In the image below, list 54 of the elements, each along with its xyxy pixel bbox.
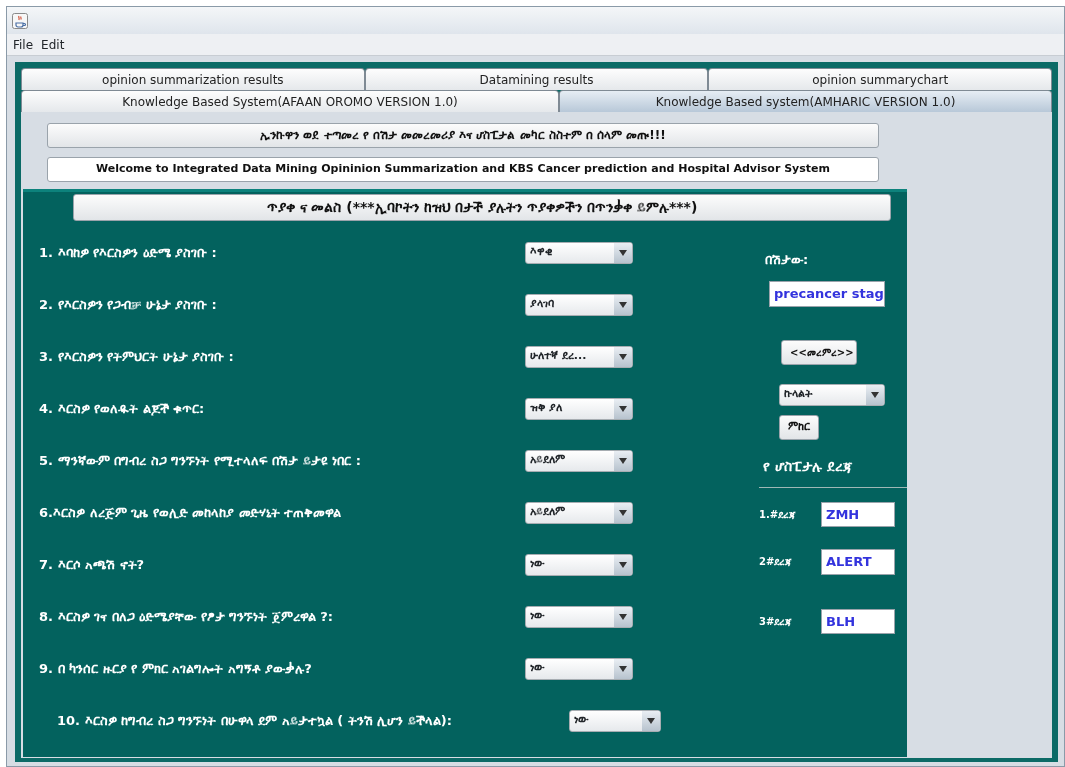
- tab[interactable]: Knowledge Based System(AFAAN OROMO VERSION 1.0): [21, 90, 559, 112]
- question-label: 10. እርስዎ ከግብረ ስጋ ግንኙነት በሁዋላ ደም አይታተኳል ( ትንሽ ሊሆን ይችላል):: [57, 711, 453, 730]
- dropdown-arrow-icon: [619, 249, 627, 256]
- menu-item[interactable]: File: [13, 35, 34, 54]
- question-label: 5. ማንኛውም በግብረ ስጋ ግንኙነት የሚተላለፍ በሽታ ይታዩ ነበር :: [39, 451, 362, 470]
- dropdown[interactable]: ነው: [569, 709, 661, 732]
- diagnosis-label: በሽታው:: [765, 250, 809, 269]
- question-label: 7. እርሶ አጫሽ ኖት?: [39, 555, 146, 574]
- dropdown[interactable]: ዝቅ ያለ: [525, 397, 633, 420]
- app-icon: [12, 12, 28, 29]
- dropdown-arrow-icon: [619, 509, 627, 516]
- dropdown[interactable]: ነው: [525, 553, 633, 576]
- dropdown[interactable]: አይደለም: [525, 449, 633, 472]
- dropdown[interactable]: ነው: [525, 657, 633, 680]
- tab[interactable]: opinion summarychart: [708, 68, 1052, 90]
- question-label: 1. እባከዎ የእርስዎን ዕድሜ ያስገቡ :: [39, 243, 218, 262]
- question-label: 4. እርስዎ የወለዱት ልጆች ቁጥር:: [39, 399, 206, 418]
- rank-label: 3#ደረጃ: [759, 614, 794, 629]
- rank-label: 2#ደረጃ: [759, 555, 794, 570]
- question-label: 9. በ ካንሰር ዙርያ የ ምክር አገልግሎት አግኝቶ ያውቃሉ?: [39, 659, 313, 678]
- welcome-banner[interactable]: ኢንኩዋን ወደ ተጣመረ የ በሽታ መመረመሪያ እና ሆስፒታል መካር ስስተም በ ሰላም መጡ!!!: [47, 122, 879, 148]
- rank-field[interactable]: ALERT: [821, 549, 895, 575]
- dropdown[interactable]: ነው: [525, 605, 633, 628]
- dropdown-arrow-icon: [619, 457, 627, 464]
- dropdown-arrow-icon: [619, 561, 627, 568]
- dropdown[interactable]: እዋቂ: [525, 241, 633, 264]
- tab[interactable]: Datamining results: [364, 68, 709, 90]
- rank-field[interactable]: ZMH: [821, 501, 895, 527]
- diagnose-button[interactable]: <<መረምረ>>: [781, 339, 857, 365]
- hospital-heading: የ ሆስፒታሉ ደረጃ: [763, 456, 852, 476]
- dropdown[interactable]: ያላገባ: [525, 293, 633, 316]
- question-label: 2. የእርስዎን የጋብቻ ሁኔታ ያስገቡ :: [39, 295, 218, 314]
- dropdown[interactable]: ሁለተኛ ደረ...: [525, 345, 633, 368]
- dropdown-arrow-icon: [619, 353, 627, 360]
- question-label: 8. እርስዎ ገና በለጋ ዕድሜያቸው የፆታ ግንኙነት ጀምረዋል ?:: [39, 607, 334, 626]
- dropdown[interactable]: ኩላልት: [779, 383, 885, 406]
- rank-field[interactable]: BLH: [821, 608, 895, 634]
- rank-label: 1.#ደረጃ: [759, 507, 798, 522]
- form-header[interactable]: ጥያቀ ና መልስ (***ኢባኮትን ከዝህ በታች ያሉትን ጥያቀዎችን በጥንቃቀ ይምሉ***): [73, 193, 891, 221]
- tab[interactable]: opinion summarization results: [21, 68, 365, 90]
- dropdown[interactable]: አይደለም: [525, 501, 633, 524]
- dropdown-arrow-icon: [619, 405, 627, 412]
- dropdown-arrow-icon: [619, 301, 627, 308]
- question-label: 6.እርስዎ ለረጅም ጊዜ የወሊድ መከላከያ መድሃኒት ተጠቅመዋል: [39, 503, 343, 522]
- diagnosis-field[interactable]: precancer stag: [769, 281, 885, 307]
- welcome-banner[interactable]: Welcome to Integrated Data Mining Opininion Summarization and KBS Cancer prediction and Hospital Advisor System: [47, 156, 879, 182]
- dropdown-arrow-icon: [871, 391, 879, 398]
- tab[interactable]: Knowledge Based system(AMHARIC VERSION 1.0): [559, 90, 1052, 112]
- dropdown-arrow-icon: [647, 717, 655, 724]
- dropdown-arrow-icon: [619, 613, 627, 620]
- dropdown-arrow-icon: [619, 665, 627, 672]
- menu-item[interactable]: Edit: [41, 35, 65, 54]
- question-label: 3. የእርስዎን የትምህርት ሁኔታ ያስገቡ :: [39, 347, 235, 366]
- advise-button[interactable]: ምከር: [779, 414, 819, 440]
